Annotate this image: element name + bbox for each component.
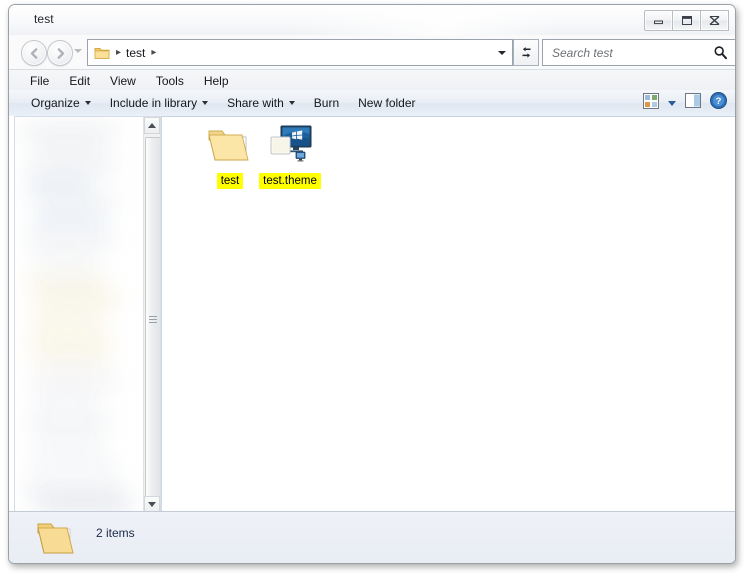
window-title: test	[34, 12, 54, 26]
address-dropdown-button[interactable]	[492, 39, 513, 66]
scrollbar-grip	[149, 314, 157, 325]
file-list-pane[interactable]: test test.theme	[162, 116, 735, 513]
include-in-library-button[interactable]: Include in library	[102, 93, 216, 113]
refresh-button[interactable]	[513, 39, 539, 66]
maximize-icon	[681, 16, 692, 25]
scrollbar-thumb[interactable]	[145, 137, 160, 501]
explorer-window: test ▸ test ▸ Search test File Edit View…	[8, 4, 736, 564]
maximize-button[interactable]	[672, 10, 701, 31]
svg-text:?: ?	[716, 96, 722, 107]
new-folder-label: New folder	[358, 96, 416, 110]
share-with-button[interactable]: Share with	[219, 93, 303, 113]
chevron-down-icon	[84, 101, 91, 105]
breadcrumb-separator: ▸	[116, 47, 122, 58]
screenshot-root: test ▸ test ▸ Search test File Edit View…	[0, 0, 750, 575]
menu-item-file[interactable]: File	[21, 72, 58, 90]
menu-item-tools[interactable]: Tools	[147, 72, 193, 90]
search-input[interactable]: Search test	[552, 46, 613, 60]
chevron-down-icon	[148, 502, 156, 507]
chevron-down-icon	[202, 101, 209, 105]
breadcrumb-separator-trailing[interactable]: ▸	[151, 47, 156, 58]
theme-file-icon	[266, 122, 314, 170]
breadcrumb-item-test[interactable]: test	[126, 46, 145, 60]
list-item-label: test.theme	[259, 173, 321, 189]
include-in-library-label: Include in library	[109, 96, 198, 110]
search-icon	[713, 45, 728, 65]
preview-pane-icon[interactable]	[685, 93, 701, 113]
burn-label: Burn	[313, 96, 340, 110]
address-bar-row: ▸ test ▸ Search test	[9, 35, 735, 69]
status-item-count: 2 items	[96, 526, 135, 540]
back-button[interactable]	[21, 40, 47, 66]
forward-button[interactable]	[47, 40, 73, 66]
navigation-pane[interactable]	[14, 116, 161, 514]
toolbar-right-group: ?	[643, 90, 727, 116]
menu-item-edit[interactable]: Edit	[60, 72, 99, 90]
chevron-down-icon	[498, 50, 506, 55]
title-bar: test	[9, 5, 735, 35]
list-item[interactable]: test.theme	[247, 122, 333, 189]
command-toolbar: Organize Include in library Share with B…	[9, 90, 735, 117]
status-bar: 2 items	[9, 511, 735, 563]
close-icon	[709, 15, 720, 26]
back-arrow-icon	[30, 47, 37, 59]
organize-button[interactable]: Organize	[23, 93, 99, 113]
main-area: test test.theme	[9, 116, 735, 514]
recent-pages-button[interactable]	[74, 49, 82, 53]
chevron-down-icon	[288, 101, 295, 105]
burn-button[interactable]: Burn	[306, 93, 347, 113]
list-item-label: test	[216, 173, 244, 189]
close-button[interactable]	[700, 10, 729, 31]
organize-label: Organize	[31, 96, 80, 110]
change-view-icon[interactable]	[643, 92, 659, 114]
forward-arrow-icon	[57, 47, 64, 59]
address-bar[interactable]: ▸ test ▸	[87, 39, 493, 66]
help-icon[interactable]: ?	[710, 92, 727, 114]
new-folder-button[interactable]: New folder	[350, 93, 423, 113]
view-dropdown-caret[interactable]	[668, 100, 676, 106]
share-with-label: Share with	[227, 96, 284, 110]
menu-bar: File Edit View Tools Help	[9, 69, 735, 92]
window-controls	[644, 10, 729, 31]
status-folder-icon	[36, 518, 80, 558]
navigation-pane-scrollbar[interactable]	[143, 117, 160, 513]
minimize-button[interactable]	[644, 10, 673, 31]
chevron-up-icon	[148, 123, 156, 128]
search-box[interactable]: Search test	[542, 39, 735, 66]
menu-item-help[interactable]: Help	[195, 72, 238, 90]
refresh-icon	[522, 47, 530, 58]
menu-item-view[interactable]: View	[101, 72, 145, 90]
minimize-icon	[654, 20, 663, 25]
navigation-pane-blurred-content	[15, 117, 160, 513]
breadcrumb-folder-icon	[94, 46, 110, 60]
scroll-up-button[interactable]	[144, 117, 160, 134]
